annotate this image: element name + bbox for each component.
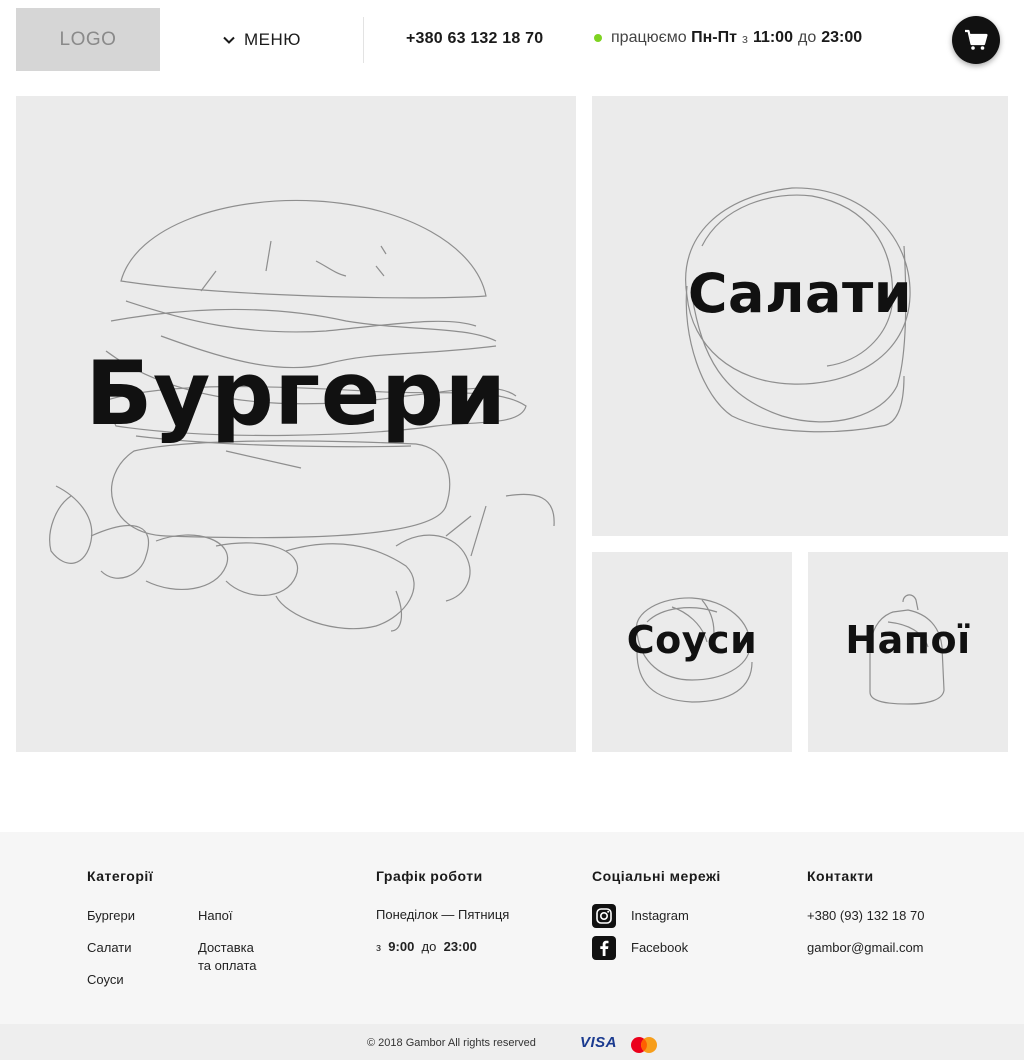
footer-social-title: Соціальні мережі (592, 868, 721, 884)
footer-categories-title: Категорії (87, 868, 154, 884)
category-tile-sauces[interactable]: Соуси (592, 552, 792, 752)
cart-icon (965, 29, 988, 50)
hours-from-word: з (741, 30, 748, 46)
category-label-burgers: Бургери (85, 342, 507, 445)
hours-to-word: до (797, 29, 817, 46)
working-hours: працюємо Пн-Пт з 11:00 до 23:00 (594, 29, 862, 47)
footer-link-sauces[interactable]: Соуси (87, 971, 124, 989)
footer-schedule-days: Понеділок — Пятниця (376, 907, 510, 922)
footer-link-drinks[interactable]: Напої (198, 907, 233, 925)
schedule-from-word: з (376, 942, 382, 954)
category-tile-burgers[interactable]: Бургери (16, 96, 576, 752)
hours-prefix: працюємо (611, 29, 687, 46)
footer-schedule-title: Графік роботи (376, 868, 483, 884)
category-label-sauces: Соуси (626, 618, 758, 662)
schedule-to-word: до (421, 939, 437, 954)
hours-close: 23:00 (821, 29, 863, 46)
category-tile-drinks[interactable]: Напої (808, 552, 1008, 752)
footer-link-instagram[interactable]: Instagram (631, 907, 689, 925)
footer (0, 832, 1024, 1024)
footer-link-delivery-line1: Доставка (198, 940, 254, 955)
header-divider (363, 17, 364, 63)
menu-label: МЕНЮ (244, 30, 301, 49)
hours-open: 11:00 (752, 29, 793, 46)
footer-link-delivery[interactable]: Доставка та оплата (198, 939, 257, 975)
category-label-salads: Салати (687, 262, 913, 325)
schedule-close: 23:00 (443, 939, 477, 954)
instagram-icon[interactable] (592, 904, 616, 928)
cart-button[interactable] (952, 16, 1000, 64)
category-tile-salads[interactable]: Салати (592, 96, 1008, 536)
open-status-dot (594, 34, 602, 42)
footer-link-salads[interactable]: Салати (87, 939, 132, 957)
facebook-icon[interactable] (592, 936, 616, 960)
chevron-down-icon (223, 36, 235, 44)
footer-link-delivery-line2: та оплата (198, 958, 257, 973)
footer-link-facebook[interactable]: Facebook (631, 939, 688, 957)
header-phone-link[interactable]: +380 63 132 18 70 (406, 30, 543, 48)
mastercard-icon (631, 1037, 657, 1053)
schedule-open: 9:00 (388, 939, 415, 954)
category-label-drinks: Напої (845, 618, 971, 662)
footer-link-burgers[interactable]: Бургери (87, 907, 135, 925)
logo[interactable]: LOGO (16, 8, 160, 71)
footer-contacts-title: Контакти (807, 868, 874, 884)
footer-schedule-hours: з 9:00 до 23:00 (376, 939, 477, 954)
footer-contact-phone[interactable]: +380 (93) 132 18 70 (807, 907, 924, 925)
copyright: © 2018 Gambor All rights reserved (367, 1037, 536, 1049)
hours-days: Пн-Пт (691, 29, 737, 46)
menu-button[interactable]: МЕНЮ (222, 29, 301, 51)
visa-logo: VISA (580, 1034, 618, 1051)
footer-contact-email[interactable]: gambor@gmail.com (807, 939, 924, 957)
